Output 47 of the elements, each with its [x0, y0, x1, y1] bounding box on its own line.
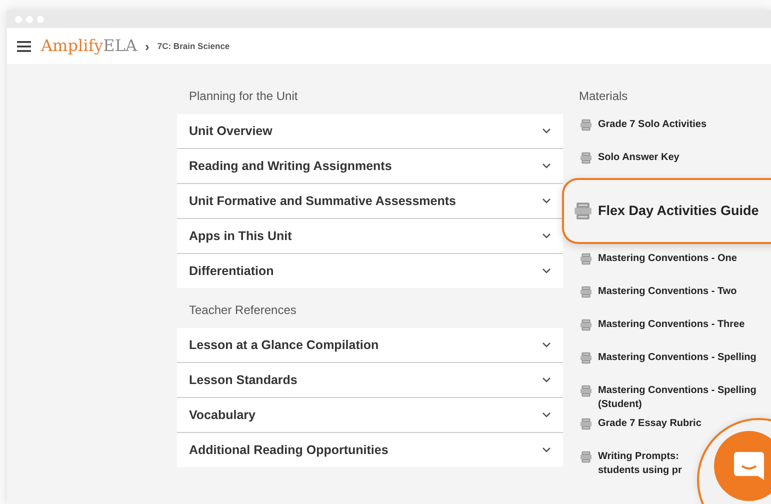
material-link[interactable]: Mastering Conventions - Spelling [598, 351, 756, 365]
breadcrumb[interactable]: 7C: Brain Science [157, 41, 230, 51]
material-link[interactable]: Mastering Conventions - Spelling (Student) [598, 384, 766, 412]
chevron-down-icon [542, 342, 551, 348]
chat-button[interactable] [714, 431, 771, 501]
chevron-down-icon [542, 412, 551, 418]
logo[interactable]: AmplifyELA [39, 36, 138, 56]
accordion-item[interactable]: Unit Formative and Summative Assessments [177, 184, 563, 218]
section-heading: Teacher References [189, 303, 298, 317]
accordion-item[interactable]: Differentiation [177, 254, 563, 288]
chevron-down-icon [542, 377, 551, 383]
chevron-down-icon [542, 198, 551, 204]
pdf-file-icon [574, 202, 592, 220]
chevron-down-icon [542, 163, 551, 169]
pdf-file-icon [580, 385, 592, 397]
accordion-item[interactable]: Additional Reading Opportunities [177, 433, 563, 467]
accordion-item[interactable]: Reading and Writing Assignments [177, 149, 563, 183]
accordion-item[interactable]: Lesson at a Glance Compilation [177, 328, 563, 362]
accordion-item[interactable]: Vocabulary [177, 398, 563, 432]
material-link[interactable]: Solo Answer Key [598, 151, 680, 165]
chevron-down-icon [542, 128, 551, 134]
chevron-down-icon [542, 268, 551, 274]
accordion-item[interactable]: Lesson Standards [177, 363, 563, 397]
pdf-file-icon [580, 253, 592, 265]
material-link[interactable]: Writing Prompts: students using pr [598, 450, 690, 478]
material-link[interactable]: Mastering Conventions - Two [598, 285, 737, 299]
chat-bubble-icon [733, 451, 765, 481]
chevron-down-icon [542, 447, 551, 453]
pdf-file-icon [580, 286, 592, 298]
pdf-file-icon [580, 451, 592, 463]
accordion-item[interactable]: Apps in This Unit [177, 219, 563, 253]
pdf-file-icon [580, 319, 592, 331]
chevron-down-icon [542, 233, 551, 239]
section-heading: Planning for the Unit [189, 89, 299, 103]
section-heading: Materials [579, 89, 629, 103]
material-link[interactable]: Mastering Conventions - One [598, 252, 737, 266]
pdf-file-icon [580, 352, 592, 364]
material-link[interactable]: Flex Day Activities Guide [598, 201, 759, 221]
breadcrumb-separator: › [145, 38, 150, 54]
material-link[interactable]: Grade 7 Solo Activities [598, 118, 707, 132]
pdf-file-icon [580, 152, 592, 164]
material-link[interactable]: Grade 7 Essay Rubric [598, 417, 702, 431]
accordion-item[interactable]: Unit Overview [177, 114, 563, 148]
material-link[interactable]: Mastering Conventions - Three [598, 318, 745, 332]
menu-icon[interactable] [17, 40, 31, 52]
pdf-file-icon [580, 418, 592, 430]
pdf-file-icon [580, 119, 592, 131]
